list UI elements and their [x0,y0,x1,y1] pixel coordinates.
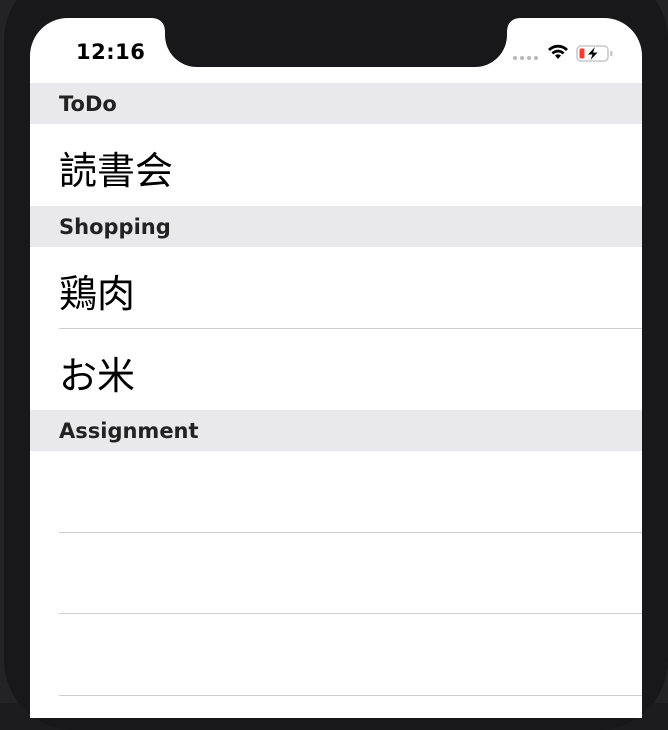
list-item[interactable]: 読書会 [30,124,642,205]
list-item[interactable] [30,614,642,695]
list-item[interactable]: お米 [30,329,642,410]
wifi-icon [548,44,568,59]
status-time: 12:16 [76,40,146,64]
row-separator [59,695,642,696]
section-title: Shopping [59,215,171,239]
section-title: Assignment [59,419,199,443]
list-item[interactable] [30,451,642,532]
list-item[interactable]: 鶏肉 [30,247,642,328]
list-item-label: 鶏肉 [59,272,136,316]
section-header-shopping: Shopping [30,206,642,247]
cellular-dots-icon [513,56,538,60]
device-notch [153,18,519,67]
section-title: ToDo [59,92,117,116]
battery-charging-icon [576,45,613,62]
list-item-label: お米 [59,354,136,398]
section-header-todo: ToDo [30,83,642,124]
list-item[interactable] [30,533,642,614]
section-header-assignment: Assignment [30,410,642,451]
list-item-label: 読書会 [59,149,174,193]
phone-screen: 12:16 ToDo 読書会 Shopping 鶏肉 お米 Assignment [30,18,642,718]
